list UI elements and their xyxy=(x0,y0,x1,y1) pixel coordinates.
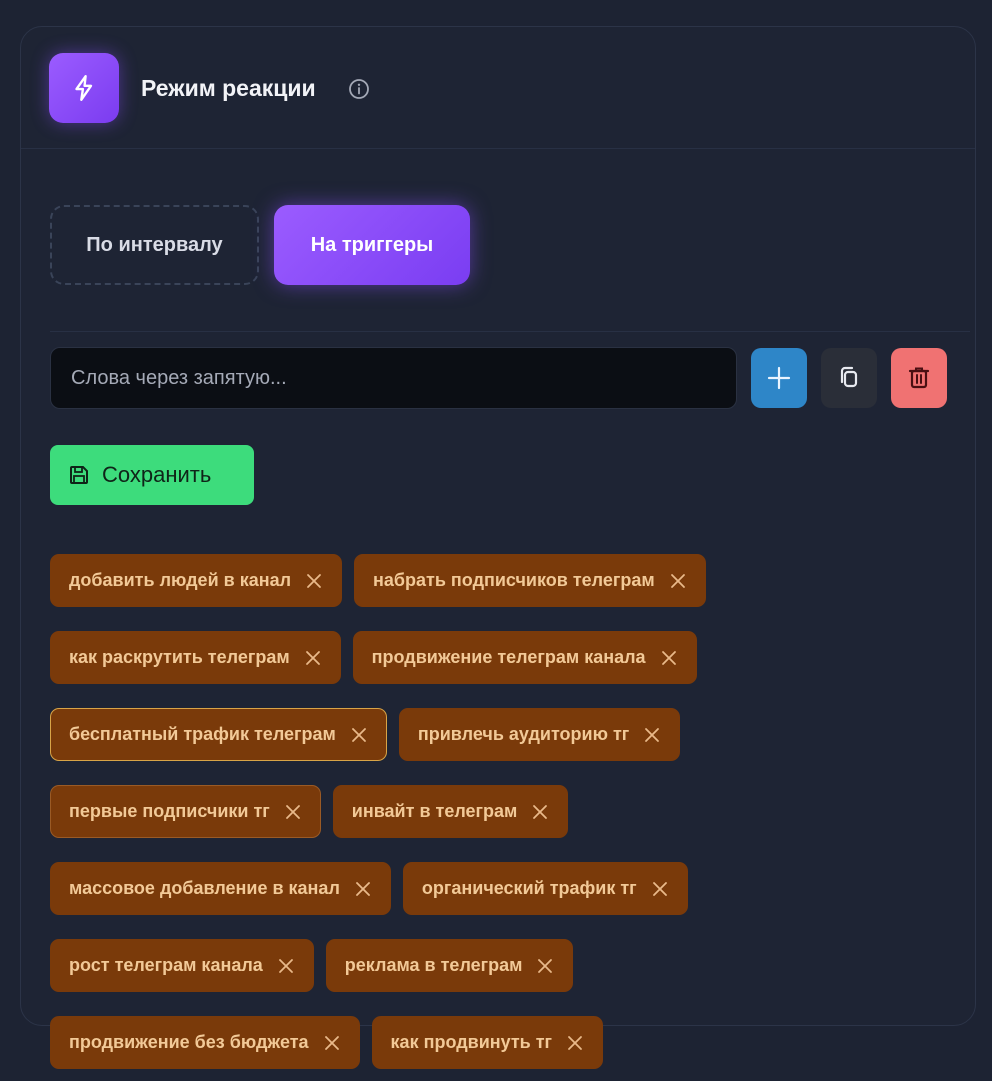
trigger-tag[interactable]: как раскрутить телеграм xyxy=(50,631,341,684)
trigger-tag[interactable]: продвижение телеграм канала xyxy=(352,631,697,684)
trigger-tag[interactable]: инвайт в телеграм xyxy=(332,785,569,838)
plus-icon xyxy=(767,366,791,390)
close-icon[interactable] xyxy=(277,957,295,975)
close-icon[interactable] xyxy=(354,880,372,898)
trigger-tag[interactable]: продвижение без бюджета xyxy=(50,1016,360,1069)
close-icon[interactable] xyxy=(323,1034,341,1052)
trigger-tag[interactable]: первые подписчики тг xyxy=(50,785,321,838)
trigger-tag-label: массовое добавление в канал xyxy=(69,878,340,898)
lightning-icon xyxy=(49,53,119,123)
close-icon[interactable] xyxy=(643,726,661,744)
trigger-tag-label: инвайт в телеграм xyxy=(351,801,518,821)
close-icon[interactable] xyxy=(350,726,368,744)
trigger-tag-label: рост телеграм канала xyxy=(69,955,263,975)
trigger-tag-label: привлечь аудиторию тг xyxy=(417,724,630,744)
trash-icon xyxy=(908,367,930,389)
trigger-tag-label: первые подписчики тг xyxy=(69,801,270,821)
close-icon[interactable] xyxy=(536,957,554,975)
trigger-tag-label: как раскрутить телеграм xyxy=(69,647,290,667)
panel-header: Режим реакции xyxy=(21,27,975,149)
words-input[interactable] xyxy=(50,347,737,409)
info-icon[interactable] xyxy=(348,78,370,100)
trigger-tag-label: органический трафик тг xyxy=(421,878,637,898)
trigger-tag-label: добавить людей в канал xyxy=(69,570,292,590)
close-icon[interactable] xyxy=(284,803,302,821)
trigger-tag[interactable]: как продвинуть тг xyxy=(371,1016,604,1069)
trigger-tag-label: бесплатный трафик телеграм xyxy=(69,724,336,744)
close-icon[interactable] xyxy=(566,1034,584,1052)
close-icon[interactable] xyxy=(651,880,669,898)
trigger-tag[interactable]: привлечь аудиторию тг xyxy=(398,708,681,761)
trigger-tag[interactable]: органический трафик тг xyxy=(402,862,688,915)
mode-triggers-button[interactable]: На триггеры xyxy=(274,205,470,285)
clear-words-button[interactable] xyxy=(891,348,947,408)
trigger-tag[interactable]: рост телеграм канала xyxy=(50,939,314,992)
close-icon[interactable] xyxy=(305,572,323,590)
page-title: Режим реакции xyxy=(141,75,316,101)
trigger-tag-label: набрать подписчиков телеграм xyxy=(373,570,655,590)
trigger-tag-label: продвижение без бюджета xyxy=(69,1032,309,1052)
trigger-tag[interactable]: добавить людей в канал xyxy=(50,554,343,607)
close-icon[interactable] xyxy=(304,649,322,667)
close-icon[interactable] xyxy=(531,803,549,821)
close-icon[interactable] xyxy=(660,649,678,667)
trigger-tag[interactable]: реклама в телеграм xyxy=(325,939,574,992)
trigger-tag[interactable]: бесплатный трафик телеграм xyxy=(50,708,387,761)
save-button-label: Сохранить xyxy=(102,462,212,487)
floppy-disk-icon xyxy=(70,466,88,484)
save-button[interactable]: Сохранить xyxy=(50,445,254,505)
close-icon[interactable] xyxy=(669,572,687,590)
copy-icon xyxy=(840,366,858,388)
trigger-tag[interactable]: массовое добавление в канал xyxy=(50,862,391,915)
trigger-tag-label: реклама в телеграм xyxy=(344,955,523,975)
divider xyxy=(50,331,970,332)
trigger-tag-list: добавить людей в канал набрать подписчико… xyxy=(50,554,950,1081)
reaction-mode-panel: Режим реакции По интервалу На триггеры С… xyxy=(20,26,976,1069)
trigger-tag-label: продвижение телеграм канала xyxy=(371,647,646,667)
copy-words-button[interactable] xyxy=(821,348,877,408)
trigger-tag-label: как продвинуть тг xyxy=(390,1032,553,1052)
trigger-tag[interactable]: набрать подписчиков телеграм xyxy=(354,554,706,607)
add-words-button[interactable] xyxy=(751,348,807,408)
mode-interval-button[interactable]: По интервалу xyxy=(50,205,259,285)
